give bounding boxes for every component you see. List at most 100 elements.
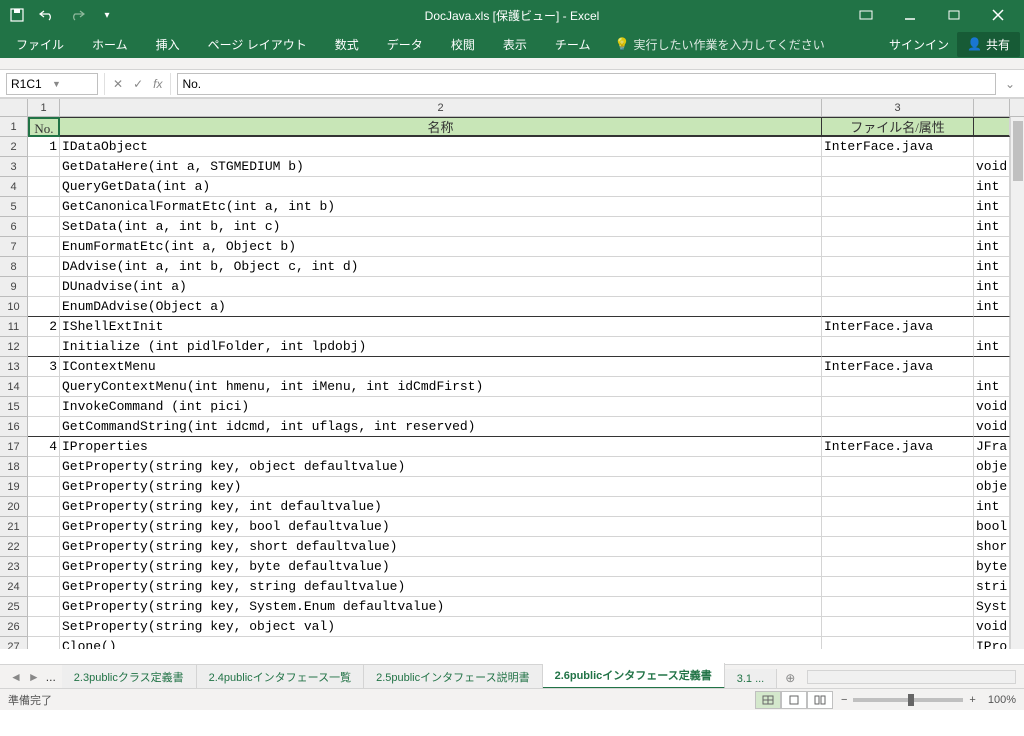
- grid-body[interactable]: 1 No. 名称 ファイル名/属性 21IDataObjectInterFace…: [0, 117, 1024, 649]
- row-header[interactable]: 6: [0, 217, 28, 237]
- cell[interactable]: [28, 277, 60, 297]
- cell[interactable]: InvokeCommand (int pici): [60, 397, 822, 417]
- add-sheet-button[interactable]: ⊕: [777, 667, 803, 689]
- cell[interactable]: [28, 497, 60, 517]
- cell[interactable]: [28, 197, 60, 217]
- cell[interactable]: [822, 577, 974, 597]
- cell[interactable]: void: [974, 417, 1010, 437]
- tab-home[interactable]: ホーム: [80, 32, 140, 57]
- cell[interactable]: [822, 517, 974, 537]
- cell[interactable]: int: [974, 377, 1010, 397]
- row-header[interactable]: 21: [0, 517, 28, 537]
- row-header[interactable]: 18: [0, 457, 28, 477]
- cell[interactable]: int: [974, 277, 1010, 297]
- cell[interactable]: [28, 617, 60, 637]
- save-icon[interactable]: [8, 6, 26, 24]
- cell[interactable]: Syst: [974, 597, 1010, 617]
- tab-formulas[interactable]: 数式: [323, 32, 371, 57]
- sheet-more-left[interactable]: ...: [44, 670, 58, 684]
- cell[interactable]: [822, 417, 974, 437]
- sheet-tab-active[interactable]: 2.6publicインタフェース定義書: [543, 663, 725, 689]
- cell[interactable]: GetProperty(string key, object defaultva…: [60, 457, 822, 477]
- view-pagelayout-icon[interactable]: [781, 691, 807, 709]
- cell[interactable]: byte: [974, 557, 1010, 577]
- zoom-in-icon[interactable]: +: [969, 694, 975, 706]
- cell[interactable]: [822, 237, 974, 257]
- cell[interactable]: [28, 217, 60, 237]
- cell[interactable]: 1: [28, 137, 60, 157]
- cell[interactable]: [822, 377, 974, 397]
- row-header[interactable]: 9: [0, 277, 28, 297]
- cell[interactable]: [822, 197, 974, 217]
- row-header[interactable]: 15: [0, 397, 28, 417]
- cell[interactable]: void: [974, 397, 1010, 417]
- cell[interactable]: InterFace.java: [822, 357, 974, 377]
- tab-data[interactable]: データ: [375, 32, 435, 57]
- cell[interactable]: [28, 537, 60, 557]
- row-header[interactable]: 17: [0, 437, 28, 457]
- cell[interactable]: [822, 337, 974, 357]
- share-button[interactable]: 👤 共有: [957, 32, 1020, 57]
- cell[interactable]: [974, 357, 1010, 377]
- cell[interactable]: DAdvise(int a, int b, Object c, int d): [60, 257, 822, 277]
- cell[interactable]: [28, 597, 60, 617]
- sheet-next-icon[interactable]: ►: [26, 670, 42, 684]
- maximize-icon[interactable]: [936, 3, 972, 27]
- cell[interactable]: QueryContextMenu(int hmenu, int iMenu, i…: [60, 377, 822, 397]
- cell[interactable]: [822, 257, 974, 277]
- cell[interactable]: [28, 377, 60, 397]
- zoom-thumb[interactable]: [908, 694, 914, 706]
- close-icon[interactable]: [980, 3, 1016, 27]
- col-header-4[interactable]: [974, 99, 1010, 116]
- undo-icon[interactable]: [38, 6, 56, 24]
- row-header[interactable]: 5: [0, 197, 28, 217]
- row-header[interactable]: 22: [0, 537, 28, 557]
- formula-input[interactable]: No.: [177, 73, 996, 95]
- cell[interactable]: [28, 577, 60, 597]
- cell[interactable]: EnumFormatEtc(int a, Object b): [60, 237, 822, 257]
- cell[interactable]: [28, 297, 60, 317]
- cell[interactable]: int: [974, 237, 1010, 257]
- cell[interactable]: [822, 217, 974, 237]
- cell[interactable]: Clone(): [60, 637, 822, 649]
- tab-review[interactable]: 校閲: [439, 32, 487, 57]
- row-header[interactable]: 20: [0, 497, 28, 517]
- cell-no-header[interactable]: No.: [28, 117, 60, 137]
- row-header[interactable]: 7: [0, 237, 28, 257]
- cell[interactable]: IProperties: [60, 437, 822, 457]
- cell[interactable]: [28, 237, 60, 257]
- cell[interactable]: IDataObject: [60, 137, 822, 157]
- vscroll-thumb[interactable]: [1013, 121, 1023, 181]
- cell[interactable]: [28, 457, 60, 477]
- cell[interactable]: GetProperty(string key, System.Enum defa…: [60, 597, 822, 617]
- select-all-corner[interactable]: [0, 99, 28, 116]
- cell[interactable]: int: [974, 177, 1010, 197]
- row-header[interactable]: 24: [0, 577, 28, 597]
- cell[interactable]: bool: [974, 517, 1010, 537]
- enter-icon[interactable]: ✓: [133, 77, 143, 91]
- row-header[interactable]: 3: [0, 157, 28, 177]
- cell[interactable]: SetData(int a, int b, int c): [60, 217, 822, 237]
- sheet-tab[interactable]: 3.1 ...: [725, 669, 778, 689]
- cell[interactable]: int: [974, 257, 1010, 277]
- cell[interactable]: [822, 457, 974, 477]
- cell[interactable]: int: [974, 337, 1010, 357]
- row-header[interactable]: 14: [0, 377, 28, 397]
- cell-c4-header[interactable]: [974, 117, 1010, 137]
- col-header-1[interactable]: 1: [28, 99, 60, 116]
- fx-icon[interactable]: fx: [153, 77, 162, 91]
- cell[interactable]: GetCanonicalFormatEtc(int a, int b): [60, 197, 822, 217]
- formula-expand-icon[interactable]: ⌄: [1002, 77, 1018, 91]
- cell[interactable]: [28, 557, 60, 577]
- cell[interactable]: [28, 517, 60, 537]
- minimize-icon[interactable]: [892, 3, 928, 27]
- cell[interactable]: GetProperty(string key, int defaultvalue…: [60, 497, 822, 517]
- cell[interactable]: GetCommandString(int idcmd, int uflags, …: [60, 417, 822, 437]
- row-header[interactable]: 2: [0, 137, 28, 157]
- view-normal-icon[interactable]: [755, 691, 781, 709]
- cell[interactable]: SetProperty(string key, object val): [60, 617, 822, 637]
- cell[interactable]: shor: [974, 537, 1010, 557]
- redo-icon[interactable]: [68, 6, 86, 24]
- cell[interactable]: GetDataHere(int a, STGMEDIUM b): [60, 157, 822, 177]
- cell[interactable]: 4: [28, 437, 60, 457]
